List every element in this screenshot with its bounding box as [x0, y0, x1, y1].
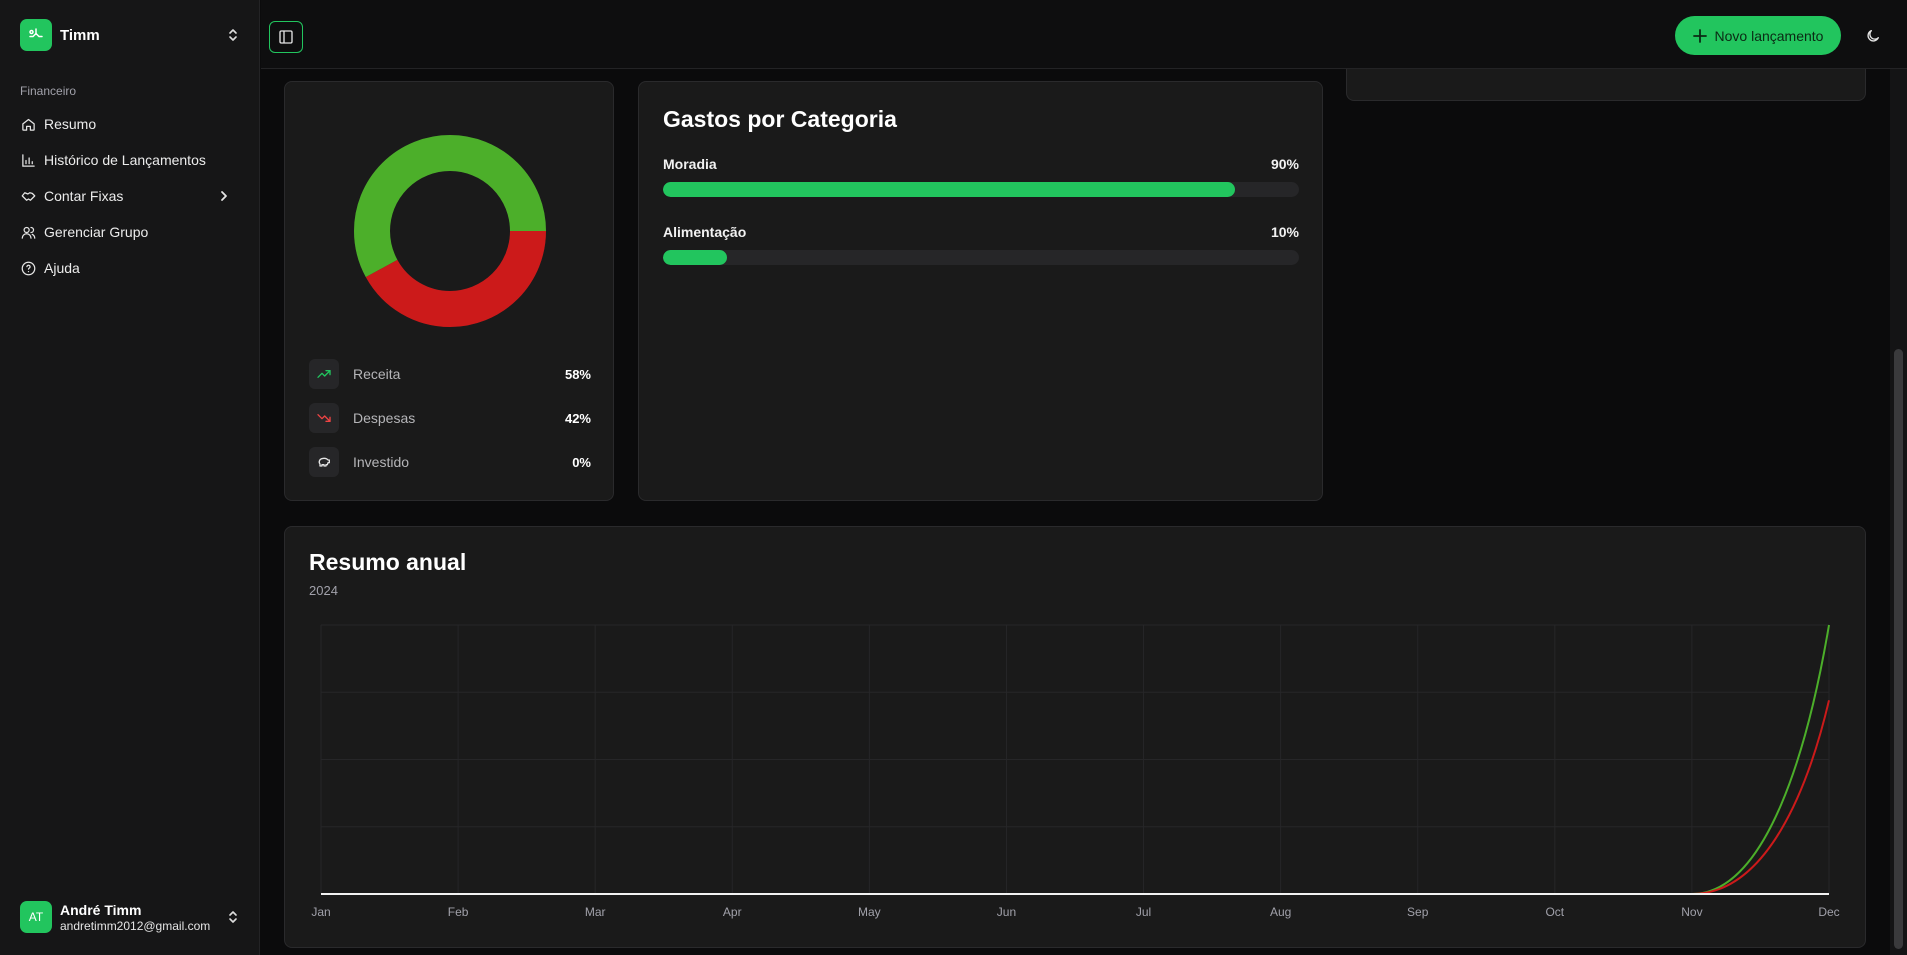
legend-row-despesas: Despesas 42%: [309, 396, 591, 440]
x-tick-label: Jan: [311, 905, 330, 919]
legend-value: 58%: [564, 366, 591, 382]
sidebar-item-ajuda[interactable]: Ajuda: [12, 250, 248, 286]
sidebar-toggle-button[interactable]: [269, 21, 303, 53]
legend-label: Despesas: [353, 410, 416, 426]
x-tick-label: Sep: [1407, 905, 1429, 919]
category-item-moradia: Moradia 90%: [663, 156, 1299, 197]
workspace-switcher[interactable]: Timm: [12, 14, 248, 56]
plus-icon: [1692, 28, 1707, 43]
x-tick-label: Dec: [1818, 905, 1839, 919]
chevrons-up-down-icon: [226, 28, 240, 42]
category-label: Moradia: [663, 156, 717, 172]
sidebar-nav: Resumo Histórico de Lançamentos Contar F…: [12, 106, 248, 286]
trending-down-icon: [309, 403, 339, 433]
x-tick-label: Feb: [448, 905, 469, 919]
sidebar-item-resumo[interactable]: Resumo: [12, 106, 248, 142]
piggy-bank-icon: [309, 447, 339, 477]
annual-line-chart: Jan Feb Mar Apr May Jun Jul Aug Sep Oct Nov Dec: [311, 624, 1840, 919]
x-tick-label: Apr: [723, 905, 742, 919]
sidebar-group-label: Financeiro: [20, 84, 77, 98]
user-name: André Timm: [60, 901, 142, 918]
category-value: 10%: [1270, 224, 1299, 240]
brand-logo-icon: [20, 19, 52, 51]
user-menu[interactable]: AT André Timm andretimm2012@gmail.com: [12, 893, 248, 941]
category-progress-fill: [663, 250, 727, 265]
x-tick-label: Nov: [1681, 905, 1702, 919]
sidebar-item-label: Resumo: [44, 116, 97, 132]
category-header: Moradia 90%: [663, 156, 1299, 172]
scrollbar[interactable]: [1890, 69, 1907, 955]
category-header: Alimentação 10%: [663, 224, 1299, 240]
category-progress-track: [663, 182, 1299, 197]
panel-left-icon: [278, 29, 294, 45]
handshake-icon: [20, 188, 36, 204]
summary-donut-card: Receita 58% Despesas 42% Investido 0%: [284, 81, 614, 501]
x-tick-label: Aug: [1270, 905, 1291, 919]
help-circle-icon: [20, 260, 36, 276]
user-info: André Timm andretimm2012@gmail.com: [60, 902, 226, 933]
app-name: Timm: [60, 26, 100, 44]
category-progress-track: [663, 250, 1299, 265]
moon-icon: [1865, 28, 1881, 44]
legend-value: 42%: [564, 410, 591, 426]
x-tick-label: Mar: [585, 905, 606, 919]
sidebar-item-gerenciar-grupo[interactable]: Gerenciar Grupo: [12, 214, 248, 250]
sidebar: Timm Financeiro Resumo Histórico de Lanç…: [0, 0, 260, 955]
theme-toggle-button[interactable]: [1861, 24, 1885, 48]
home-icon: [20, 116, 36, 132]
sidebar-item-label: Ajuda: [44, 260, 80, 276]
x-tick-label: Jul: [1136, 905, 1151, 919]
sidebar-item-label: Gerenciar Grupo: [44, 224, 149, 240]
category-item-alimentacao: Alimentação 10%: [663, 224, 1299, 265]
x-tick-label: May: [858, 905, 881, 919]
chevron-right-icon: [216, 188, 232, 204]
category-value: 90%: [1270, 156, 1299, 172]
legend-row-investido: Investido 0%: [309, 440, 591, 484]
sidebar-item-label: Contar Fixas: [44, 188, 124, 204]
category-expenses-card: Gastos por Categoria Moradia 90% Aliment…: [638, 81, 1323, 501]
users-icon: [20, 224, 36, 240]
new-transaction-label: Novo lançamento: [1714, 27, 1824, 44]
annual-summary-card: Resumo anual 2024 Jan Feb Mar Apr May Jun Jul A…: [284, 526, 1866, 948]
avatar: AT: [20, 901, 52, 933]
summary-legend: Receita 58% Despesas 42% Investido 0%: [309, 352, 591, 484]
scrollbar-thumb[interactable]: [1894, 349, 1903, 949]
category-label: Alimentação: [663, 224, 747, 240]
sidebar-item-label: Histórico de Lançamentos: [44, 152, 206, 168]
legend-value: 0%: [572, 454, 591, 470]
topbar: Novo lançamento: [261, 0, 1907, 69]
sidebar-item-contas-fixas[interactable]: Contar Fixas: [12, 178, 248, 214]
x-tick-label: Oct: [1545, 905, 1564, 919]
new-transaction-button[interactable]: Novo lançamento: [1675, 16, 1841, 55]
chevrons-up-down-icon: [226, 910, 240, 924]
series-line-1: [321, 700, 1830, 895]
x-tick-label: Jun: [997, 905, 1016, 919]
summary-donut-chart: [354, 135, 546, 327]
user-email: andretimm2012@gmail.com: [60, 918, 211, 933]
sidebar-item-historico[interactable]: Histórico de Lançamentos: [12, 142, 248, 178]
legend-label: Receita: [353, 366, 401, 382]
card-title: Gastos por Categoria: [663, 106, 897, 132]
legend-label: Investido: [353, 454, 410, 470]
category-progress-fill: [663, 182, 1236, 197]
trending-up-icon: [309, 359, 339, 389]
bar-chart-icon: [20, 152, 36, 168]
legend-row-receita: Receita 58%: [309, 352, 591, 396]
